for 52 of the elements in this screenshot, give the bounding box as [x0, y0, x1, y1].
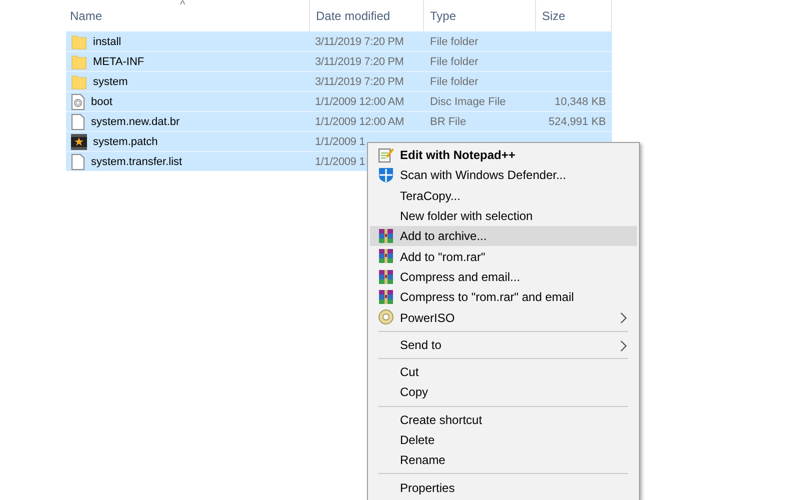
file-date: 1/1/2009 1 [315, 136, 365, 148]
file-date: 1/1/2009 12:00 AM [315, 116, 404, 128]
file-row[interactable]: system.new.dat.br 1/1/2009 12:00 AM BR File 524,991 KB [66, 111, 612, 131]
file-icon [71, 154, 85, 170]
file-size: 524,991 KB [548, 116, 606, 128]
notepad-icon [378, 147, 394, 163]
menu-item[interactable]: Delete [370, 430, 637, 450]
file-name: boot [91, 96, 112, 108]
menu-item[interactable]: Compress and email... [370, 266, 637, 288]
menu-item[interactable]: TeraCopy... [370, 186, 637, 206]
shield-icon [378, 167, 394, 184]
file-type: BR File [430, 116, 466, 128]
menu-item[interactable]: PowerISO [370, 307, 637, 328]
file-row[interactable]: system 3/11/2019 7:20 PM File folder [66, 71, 612, 91]
archive-books-icon [378, 228, 394, 244]
archive-books-icon [378, 289, 394, 306]
file-row[interactable]: META-INF 3/11/2019 7:20 PM File folder [66, 51, 612, 71]
sort-caret-icon: ^ [180, 0, 186, 10]
file-name: system.new.dat.br [91, 116, 180, 128]
menu-item[interactable]: Copy [370, 382, 637, 403]
menu-item[interactable]: Properties [370, 477, 637, 498]
file-name: system.patch [93, 136, 158, 148]
menu-item[interactable]: Send to [370, 334, 637, 355]
menu-item[interactable]: Create shortcut [370, 410, 637, 430]
file-type: File folder [430, 36, 478, 48]
file-date: 3/11/2019 7:20 PM [315, 56, 404, 68]
file-name: system.transfer.list [91, 156, 182, 168]
file-date: 1/1/2009 12:00 AM [315, 96, 404, 108]
menu-item[interactable]: Compress to "rom.rar" and email [370, 287, 637, 308]
menu-item[interactable]: Add to "rom.rar" [370, 246, 637, 267]
menu-item[interactable]: New folder with selection [370, 206, 637, 226]
file-name: install [93, 36, 122, 48]
menu-item[interactable]: Cut [370, 362, 637, 382]
archive-books-icon [378, 268, 394, 285]
menu-item[interactable]: Add to archive... [370, 226, 637, 246]
file-size: 10,348 KB [554, 96, 606, 108]
disc-file-icon [71, 94, 85, 110]
file-row[interactable]: install 3/11/2019 7:20 PM File folder [66, 31, 612, 51]
file-name: META-INF [93, 56, 144, 68]
menu-item[interactable]: Rename [370, 450, 637, 470]
file-type: Disc Image File [430, 96, 506, 108]
archive-books-icon [378, 248, 394, 264]
file-type: File folder [430, 76, 478, 88]
file-date: 3/11/2019 7:20 PM [315, 76, 404, 88]
file-date: 3/11/2019 7:20 PM [315, 36, 404, 48]
file-type: File folder [430, 56, 478, 68]
star-film-icon [71, 134, 87, 150]
file-date: 1/1/2009 1 [315, 156, 365, 168]
file-row[interactable]: boot 1/1/2009 12:00 AM Disc Image File 10,348 KB [66, 91, 612, 111]
file-icon [71, 114, 85, 130]
disc-icon [378, 309, 394, 326]
file-name: system [93, 76, 128, 88]
